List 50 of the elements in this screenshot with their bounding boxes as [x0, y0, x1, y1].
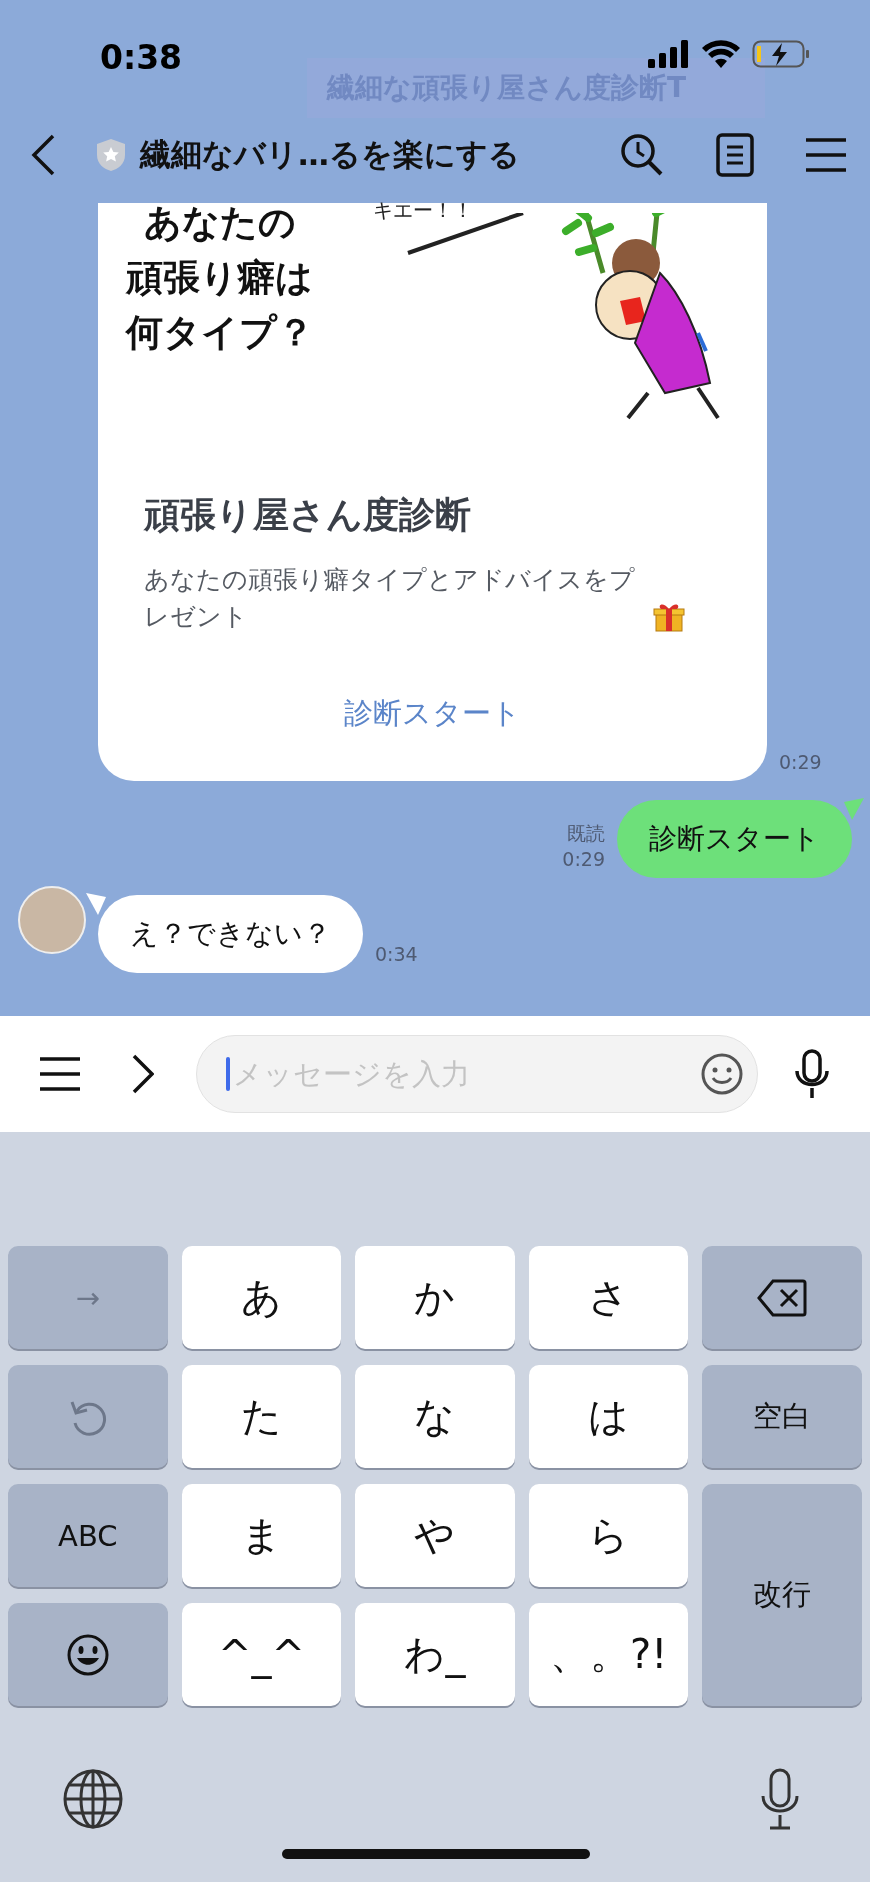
dictation-mic-icon[interactable] — [760, 1768, 800, 1830]
kana-key[interactable]: あ — [181, 1246, 342, 1349]
kana-key[interactable]: わ_ — [355, 1603, 515, 1706]
backspace-icon — [757, 1278, 808, 1317]
read-receipt: 既読 — [567, 821, 605, 846]
shield-star-icon — [96, 138, 126, 172]
card-description: あなたの頑張り癖タイプとアドバイスをプレゼント — [144, 564, 636, 633]
card-image-caption: キエー！！ — [373, 197, 473, 224]
card-image-headline: あなたの — [144, 200, 296, 246]
card-image-headline: 何タイプ？ — [126, 310, 314, 356]
kana-key[interactable]: 、。?! — [528, 1603, 689, 1706]
function-key[interactable]: 空白 — [702, 1365, 862, 1468]
microphone-icon[interactable] — [794, 1049, 830, 1099]
message-time: 0:29 — [779, 751, 822, 773]
signal-icon — [648, 39, 690, 68]
battery-charging-icon — [752, 39, 810, 68]
kana-key[interactable]: は — [528, 1365, 689, 1468]
kana-key[interactable]: な — [355, 1365, 515, 1468]
globe-icon[interactable] — [62, 1768, 124, 1830]
kana-key[interactable]: ら — [528, 1484, 689, 1587]
back-icon[interactable] — [30, 134, 56, 176]
kana-key[interactable]: か — [355, 1246, 515, 1349]
kana-key[interactable]: た — [181, 1365, 342, 1468]
gift-icon — [653, 601, 685, 633]
status-time: 0:38 — [100, 38, 183, 77]
message-time: 0:34 — [375, 943, 418, 965]
chevron-right-icon[interactable] — [132, 1054, 154, 1094]
menu-icon[interactable] — [806, 138, 846, 172]
message-time: 0:29 — [562, 847, 605, 872]
emoji-key[interactable] — [8, 1603, 168, 1706]
smiley-icon — [65, 1632, 110, 1677]
bubble-tail — [844, 798, 864, 820]
wifi-icon — [702, 39, 740, 68]
note-icon[interactable] — [716, 133, 754, 177]
function-key[interactable]: ABC — [8, 1484, 168, 1587]
card-title: 頑張り屋さん度診断 — [144, 493, 472, 537]
kana-key[interactable]: ま — [181, 1484, 342, 1587]
start-diagnosis-link[interactable]: 診断スタート — [344, 693, 521, 733]
history-search-icon[interactable] — [620, 133, 664, 177]
kana-key[interactable]: さ — [528, 1246, 689, 1349]
menu-icon[interactable] — [40, 1057, 80, 1091]
kana-key[interactable]: ^_^ — [181, 1603, 342, 1706]
backspace-key[interactable] — [702, 1246, 862, 1349]
chat-title: 繊細なバリ…るを楽にする — [140, 135, 520, 174]
kana-key[interactable]: や — [355, 1484, 515, 1587]
smiley-icon[interactable] — [700, 1052, 744, 1096]
text-cursor — [226, 1057, 230, 1091]
bubble-tail — [86, 893, 106, 915]
card-image-headline: 頑張り癖は — [126, 255, 313, 301]
return-key[interactable]: 改行 — [702, 1484, 862, 1706]
